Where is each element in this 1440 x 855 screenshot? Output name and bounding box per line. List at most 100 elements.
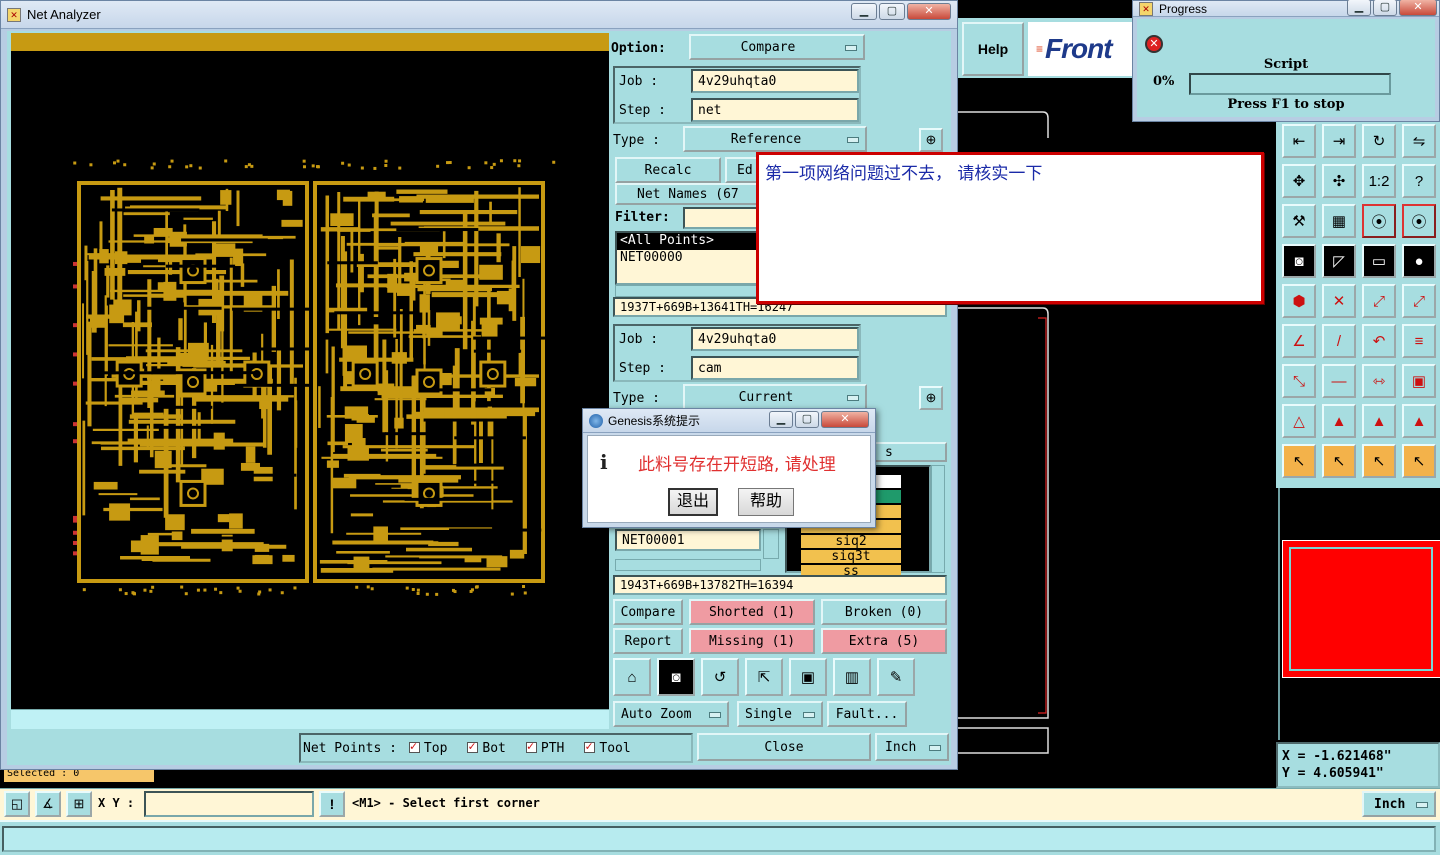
fault-button[interactable]: Fault...	[827, 701, 907, 727]
net-analyzer-titlebar[interactable]: ✕ Net Analyzer	[1, 1, 957, 29]
snap-icon[interactable]: ◱	[4, 791, 30, 817]
na-maximize-button[interactable]: ▢	[879, 3, 905, 20]
progress-close-button[interactable]: ✕	[1399, 0, 1437, 16]
ruler-icon[interactable]: ▭	[1362, 244, 1396, 278]
na-unit-select[interactable]: Inch	[875, 733, 949, 761]
missing-button[interactable]: Missing (1)	[689, 628, 815, 654]
job2-input[interactable]: 4v29uhqta0	[691, 327, 859, 351]
resize-icon[interactable]: ⇿	[1362, 364, 1396, 398]
shorted-button[interactable]: Shorted (1)	[689, 599, 815, 625]
pointer3-icon[interactable]: ↖	[1362, 444, 1396, 478]
bottom-unit-select[interactable]: Inch	[1362, 791, 1436, 817]
measure-icon[interactable]: ∡	[35, 791, 61, 817]
recalc-button[interactable]: Recalc	[615, 157, 721, 183]
dialog-maximize-button[interactable]: ▢	[795, 411, 819, 428]
palette-icon[interactable]: ✎	[877, 658, 915, 696]
alert-icon[interactable]: !	[319, 791, 345, 817]
ruler-icon[interactable]: ▥	[833, 658, 871, 696]
net-list-2-hscroll[interactable]	[615, 559, 761, 571]
stop-icon[interactable]: ✕	[1145, 35, 1163, 53]
dash-icon[interactable]: —	[1322, 364, 1356, 398]
bot-checkbox[interactable]: Bot	[467, 739, 506, 756]
type1-select[interactable]: Reference	[683, 126, 867, 152]
triangle4-icon[interactable]: ▲	[1402, 404, 1436, 438]
layer-header-button[interactable]: s	[871, 442, 947, 462]
job1-input[interactable]: 4v29uhqta0	[691, 69, 859, 93]
pad-icon[interactable]: ●	[1402, 244, 1436, 278]
triangle3-icon[interactable]: ▲	[1362, 404, 1396, 438]
net-icon[interactable]: ⬢	[1282, 284, 1316, 318]
corner-icon[interactable]: ⤡	[1282, 364, 1316, 398]
tools-icon[interactable]: ⚒	[1282, 204, 1316, 238]
rotate-icon[interactable]: ↶	[1362, 324, 1396, 358]
option-select[interactable]: Compare	[689, 34, 865, 60]
layer-b-icon[interactable]: ⦿	[1402, 204, 1436, 238]
select-dark-icon[interactable]: ◙	[1282, 244, 1316, 278]
step1-input[interactable]: net	[691, 98, 859, 122]
pointer4-icon[interactable]: ↖	[1402, 444, 1436, 478]
net-highlight-icon[interactable]: ⇱	[745, 658, 783, 696]
step2-input[interactable]: cam	[691, 356, 859, 380]
dialog-minimize-button[interactable]: ▁	[769, 411, 793, 428]
progress-minimize-button[interactable]: ▁	[1347, 0, 1371, 16]
na-minimize-button[interactable]: ▁	[851, 3, 877, 20]
layer-row[interactable]: siq2	[801, 535, 901, 548]
compare-button[interactable]: Compare	[613, 599, 683, 625]
triangle-icon[interactable]: △	[1282, 404, 1316, 438]
mini-map[interactable]	[1278, 488, 1440, 740]
grid-icon[interactable]: ▦	[1322, 204, 1356, 238]
progress-maximize-button[interactable]: ▢	[1373, 0, 1397, 16]
line-icon[interactable]: ⤢	[1362, 284, 1396, 318]
net-list-1-hscroll[interactable]	[615, 285, 761, 297]
net-list-2-item-net00001[interactable]: NET00001	[615, 529, 761, 551]
extra-button[interactable]: Extra (5)	[821, 628, 947, 654]
zoom1-icon[interactable]: ⊕	[919, 128, 943, 152]
help-button[interactable]: Help	[962, 22, 1024, 76]
broken-button[interactable]: Broken (0)	[821, 599, 947, 625]
close-button[interactable]: Close	[697, 733, 871, 761]
home-icon[interactable]: ⌂	[613, 658, 651, 696]
single-select[interactable]: Single	[737, 701, 823, 727]
redo-icon[interactable]: ↻	[1362, 124, 1396, 158]
line2-icon[interactable]: ⤢	[1402, 284, 1436, 318]
scale-icon[interactable]: 1:2	[1362, 164, 1396, 198]
pcb-canvas[interactable]	[11, 51, 609, 709]
xy-input[interactable]	[144, 791, 314, 817]
flip-icon[interactable]: ≡	[1402, 324, 1436, 358]
pcb-canvas-hscroll[interactable]	[11, 709, 609, 729]
pan-left-icon[interactable]: ⇤	[1282, 124, 1316, 158]
angle-icon[interactable]: ∠	[1282, 324, 1316, 358]
layer-a-icon[interactable]: ⦿	[1362, 204, 1396, 238]
auto-zoom-select[interactable]: Auto Zoom	[613, 701, 729, 727]
pth-checkbox[interactable]: PTH	[525, 739, 564, 756]
dialog-help-button[interactable]: 帮助	[738, 488, 794, 516]
delete-icon[interactable]: ✕	[1322, 284, 1356, 318]
undo-icon[interactable]: ↺	[701, 658, 739, 696]
net-list-1-item-all[interactable]: <All Points>	[617, 233, 759, 250]
tool-checkbox[interactable]: Tool	[584, 739, 631, 756]
center-icon[interactable]: ✣	[1322, 164, 1356, 198]
help-icon[interactable]: ?	[1402, 164, 1436, 198]
layer-row[interactable]: siq3t	[801, 550, 901, 563]
type2-select[interactable]: Current	[683, 384, 867, 410]
pointer2-icon[interactable]: ↖	[1322, 444, 1356, 478]
dialog-exit-button[interactable]: 退出	[668, 488, 718, 516]
layer-list-vscroll[interactable]	[931, 465, 945, 573]
triangle2-icon[interactable]: ▲	[1322, 404, 1356, 438]
group-icon[interactable]: ▣	[1402, 364, 1436, 398]
net-list-1[interactable]: <All Points> NET00000	[615, 231, 761, 285]
window-icon[interactable]: ▣	[789, 658, 827, 696]
report-button[interactable]: Report	[613, 628, 683, 654]
na-close-button[interactable]: ✕	[907, 3, 951, 20]
net-names-button[interactable]: Net Names (67	[615, 183, 765, 205]
filter-input[interactable]	[683, 207, 763, 229]
pan-right-icon[interactable]: ⇥	[1322, 124, 1356, 158]
grid-snap-icon[interactable]: ⊞	[66, 791, 92, 817]
dialog-close-button[interactable]: ✕	[821, 411, 869, 428]
net-list-1-item-net00000[interactable]: NET00000	[617, 250, 759, 267]
pointer-icon[interactable]: ↖	[1282, 444, 1316, 478]
select-icon[interactable]: ◙	[657, 658, 695, 696]
fit-icon[interactable]: ✥	[1282, 164, 1316, 198]
swap-icon[interactable]: ⇋	[1402, 124, 1436, 158]
slash-icon[interactable]: /	[1322, 324, 1356, 358]
